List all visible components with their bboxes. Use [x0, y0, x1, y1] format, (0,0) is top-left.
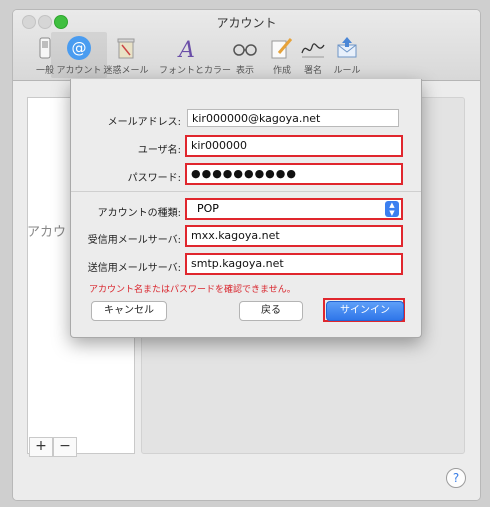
- toolbar-item-junk[interactable]: 迷惑メール: [98, 32, 154, 78]
- add-account-button[interactable]: +: [29, 437, 53, 457]
- username-field[interactable]: kir000000: [185, 135, 403, 157]
- titlebar: アカウント 一般 @ アカウント 迷惑メール A フォントとカラー 表示 作成 …: [13, 10, 480, 81]
- email-label: メールアドレス:: [107, 117, 181, 128]
- window-title: アカウント: [216, 16, 277, 30]
- account-list-label: アカウ: [27, 225, 67, 240]
- outgoing-server-field[interactable]: smtp.kagoya.net: [185, 253, 403, 275]
- toolbar-item-fonts[interactable]: A フォントとカラー: [159, 32, 232, 78]
- back-button[interactable]: 戻る: [239, 301, 303, 321]
- toolbar-label-fonts: フォントとカラー: [159, 66, 232, 76]
- password-label: パスワード:: [127, 173, 181, 184]
- incoming-server-field[interactable]: mxx.kagoya.net: [185, 225, 403, 247]
- outgoing-server-label: 送信用メールサーバ:: [87, 263, 181, 274]
- toolbar-item-rules[interactable]: ルール: [319, 32, 375, 78]
- signin-highlight: サインイン: [323, 298, 405, 322]
- password-field[interactable]: ●●●●●●●●●●: [185, 163, 403, 185]
- email-field[interactable]: kir000000@kagoya.net: [187, 109, 399, 127]
- username-label: ユーザ名:: [137, 145, 181, 156]
- remove-account-button[interactable]: −: [53, 437, 77, 457]
- envelope-rule-icon: [337, 37, 357, 58]
- help-button[interactable]: ?: [446, 468, 466, 488]
- account-type-value: POP: [197, 202, 219, 215]
- toolbar-label-junk: 迷惑メール: [103, 66, 149, 76]
- trash-can-icon: [117, 38, 135, 59]
- divider: [71, 191, 421, 192]
- svg-text:A: A: [177, 38, 195, 61]
- cancel-button[interactable]: キャンセル: [91, 301, 167, 321]
- toolbar-label-rules: ルール: [333, 66, 361, 76]
- account-type-label: アカウントの種類:: [97, 208, 181, 219]
- signin-button[interactable]: サインイン: [326, 301, 404, 321]
- incoming-server-label: 受信用メールサーバ:: [87, 235, 181, 246]
- updown-chevron-icon: ▲ ▼: [385, 201, 399, 217]
- account-type-select[interactable]: POP ▲ ▼: [185, 198, 403, 220]
- add-account-sheet: メールアドレス: kir000000@kagoya.net ユーザ名: kir0…: [70, 79, 422, 338]
- error-message: アカウント名またはパスワードを確認できません。: [89, 285, 296, 295]
- at-sign-icon: @: [67, 36, 91, 60]
- font-color-icon: A: [177, 38, 195, 61]
- svg-text:@: @: [72, 39, 87, 57]
